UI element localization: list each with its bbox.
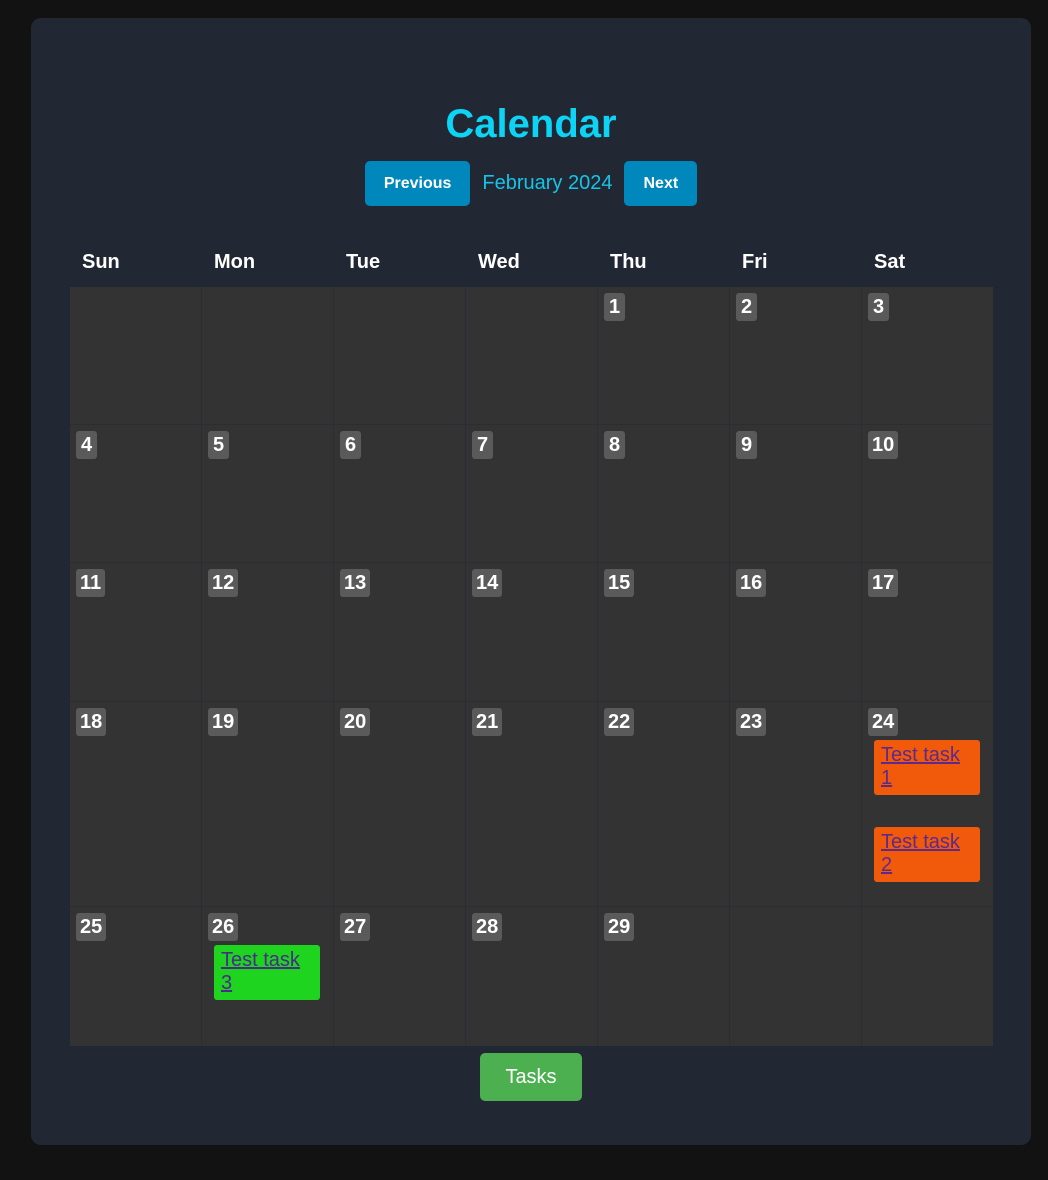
day-number: 7 (472, 431, 493, 459)
weekday-wed: Wed (478, 251, 520, 273)
day-number: 21 (472, 708, 503, 736)
day-cell[interactable]: 1 (598, 287, 730, 425)
day-number: 12 (208, 569, 239, 597)
empty-day-cell (202, 287, 334, 425)
day-cell[interactable]: 2 (730, 287, 862, 425)
weekday-header-row: Sun Mon Tue Wed Thu Fri Sat (70, 248, 993, 287)
day-number: 16 (736, 569, 767, 597)
day-cell[interactable]: 7 (466, 425, 598, 563)
day-cell[interactable]: 4 (70, 425, 202, 563)
day-cell[interactable]: 29 (598, 907, 730, 1046)
day-cell[interactable]: 5 (202, 425, 334, 563)
weekday-fri: Fri (742, 251, 768, 273)
weekday-tue: Tue (346, 251, 381, 273)
tasks-button[interactable]: Tasks (480, 1053, 582, 1101)
day-number: 29 (604, 913, 635, 941)
day-number: 24 (868, 708, 899, 736)
day-number: 28 (472, 913, 503, 941)
day-cell[interactable]: 9 (730, 425, 862, 563)
day-cell[interactable]: 19 (202, 702, 334, 907)
day-cell[interactable]: 21 (466, 702, 598, 907)
task-link[interactable]: Test task 3 (214, 945, 320, 1000)
day-number: 9 (736, 431, 757, 459)
day-number: 19 (208, 708, 239, 736)
previous-button[interactable]: Previous (364, 161, 471, 206)
month-navigation: Previous February 2024 Next (31, 161, 1031, 206)
day-cell[interactable]: 14 (466, 563, 598, 702)
empty-day-cell (466, 287, 598, 425)
day-cell[interactable]: 10 (862, 425, 993, 563)
day-cell[interactable]: 26 Test task 3 (202, 907, 334, 1046)
empty-day-cell (730, 907, 862, 1046)
day-number: 26 (208, 913, 239, 941)
day-number: 13 (340, 569, 371, 597)
day-number: 20 (340, 708, 371, 736)
page-title: Calendar (445, 102, 617, 146)
day-cell[interactable]: 24 Test task 1 Test task 2 (862, 702, 993, 907)
day-number: 14 (472, 569, 503, 597)
day-cell[interactable]: 13 (334, 563, 466, 702)
calendar-grid: Sun Mon Tue Wed Thu Fri Sat 1 2 3 4 5 6 7 8 9 10 1… (70, 248, 993, 1046)
day-number: 27 (340, 913, 371, 941)
day-cell[interactable]: 18 (70, 702, 202, 907)
day-number: 2 (736, 293, 757, 321)
day-cell[interactable]: 16 (730, 563, 862, 702)
day-number: 6 (340, 431, 361, 459)
day-number: 23 (736, 708, 767, 736)
day-number: 22 (604, 708, 635, 736)
day-number: 4 (76, 431, 97, 459)
weekday-mon: Mon (214, 251, 256, 273)
day-cell[interactable]: 15 (598, 563, 730, 702)
day-number: 17 (868, 569, 899, 597)
calendar-container: Calendar Previous February 2024 Next Sun… (31, 18, 1031, 1145)
task-link[interactable]: Test task 2 (874, 827, 980, 882)
day-number: 8 (604, 431, 625, 459)
day-cell[interactable]: 25 (70, 907, 202, 1046)
day-cell[interactable]: 22 (598, 702, 730, 907)
day-cell[interactable]: 8 (598, 425, 730, 563)
day-cell[interactable]: 17 (862, 563, 993, 702)
day-cell[interactable]: 11 (70, 563, 202, 702)
weekday-thu: Thu (610, 251, 647, 273)
day-number: 1 (604, 293, 625, 321)
empty-day-cell (70, 287, 202, 425)
day-number: 3 (868, 293, 889, 321)
day-number: 5 (208, 431, 229, 459)
day-cell[interactable]: 3 (862, 287, 993, 425)
weekday-sat: Sat (874, 251, 906, 273)
empty-day-cell (862, 907, 993, 1046)
day-cell[interactable]: 12 (202, 563, 334, 702)
task-link[interactable]: Test task 1 (874, 740, 980, 795)
day-cell[interactable]: 23 (730, 702, 862, 907)
day-number: 25 (76, 913, 107, 941)
day-number: 11 (76, 569, 106, 597)
current-month-label: February 2024 (482, 172, 613, 194)
day-number: 18 (76, 708, 107, 736)
next-button[interactable]: Next (624, 161, 698, 206)
empty-day-cell (334, 287, 466, 425)
day-number: 10 (868, 431, 899, 459)
day-cell[interactable]: 6 (334, 425, 466, 563)
day-cell[interactable]: 20 (334, 702, 466, 907)
day-number: 15 (604, 569, 635, 597)
day-cell[interactable]: 28 (466, 907, 598, 1046)
day-cell[interactable]: 27 (334, 907, 466, 1046)
weekday-sun: Sun (82, 251, 120, 273)
days-grid: 1 2 3 4 5 6 7 8 9 10 11 12 13 14 15 16 17 18 19 20 21 22 23 24 T… (70, 287, 993, 1046)
